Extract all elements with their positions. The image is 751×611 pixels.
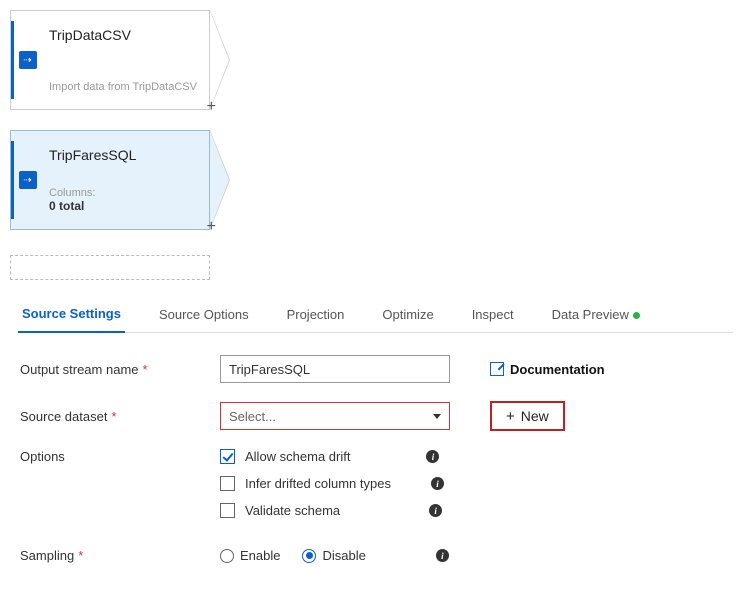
output-stream-name-input[interactable]	[220, 355, 450, 383]
add-step-button[interactable]: +	[207, 218, 216, 236]
output-stream-name-label: Output stream name*	[20, 362, 220, 377]
add-source-placeholder[interactable]	[10, 255, 210, 280]
tab-source-settings[interactable]: Source Settings	[18, 298, 125, 333]
node-title: TripDataCSV	[49, 27, 199, 43]
tab-source-options[interactable]: Source Options	[155, 299, 253, 332]
tab-data-preview[interactable]: Data Preview	[548, 299, 644, 332]
infer-drifted-checkbox[interactable]	[220, 476, 235, 491]
columns-count: 0 total	[49, 199, 199, 213]
sampling-disable-radio[interactable]: Disable	[302, 548, 365, 563]
source-dataset-select[interactable]: Select...	[220, 402, 450, 430]
tab-inspect[interactable]: Inspect	[468, 299, 518, 332]
columns-label: Columns:	[49, 187, 199, 199]
node-title: TripFaresSQL	[49, 147, 199, 163]
source-node-tripfaressql[interactable]: ⇢ TripFaresSQL Columns: 0 total +	[10, 130, 210, 230]
source-icon: ⇢	[19, 51, 37, 69]
node-description: Import data from TripDataCSV	[49, 81, 199, 93]
new-dataset-button[interactable]: + New	[490, 401, 565, 431]
info-icon[interactable]: i	[426, 450, 439, 463]
infer-drifted-label: Infer drifted column types	[245, 476, 391, 491]
validate-schema-label: Validate schema	[245, 503, 340, 518]
add-step-button[interactable]: +	[207, 98, 216, 116]
chevron-down-icon	[433, 414, 441, 419]
source-node-tripdatacsv[interactable]: ⇢ TripDataCSV Import data from TripDataC…	[10, 10, 210, 110]
source-dataset-label: Source dataset*	[20, 409, 220, 424]
info-icon[interactable]: i	[429, 504, 442, 517]
tab-optimize[interactable]: Optimize	[378, 299, 437, 332]
source-icon: ⇢	[19, 171, 37, 189]
documentation-link[interactable]: Documentation	[490, 362, 605, 377]
allow-schema-drift-label: Allow schema drift	[245, 449, 350, 464]
sampling-label: Sampling*	[20, 548, 220, 563]
status-dot-icon	[633, 312, 640, 319]
info-icon[interactable]: i	[436, 549, 449, 562]
tab-projection[interactable]: Projection	[283, 299, 349, 332]
settings-tabs: Source Settings Source Options Projectio…	[18, 298, 733, 333]
allow-schema-drift-checkbox[interactable]	[220, 449, 235, 464]
external-link-icon	[490, 362, 504, 376]
options-label: Options	[20, 449, 220, 464]
plus-icon: +	[506, 408, 515, 425]
sampling-enable-radio[interactable]: Enable	[220, 548, 280, 563]
validate-schema-checkbox[interactable]	[220, 503, 235, 518]
info-icon[interactable]: i	[431, 477, 444, 490]
